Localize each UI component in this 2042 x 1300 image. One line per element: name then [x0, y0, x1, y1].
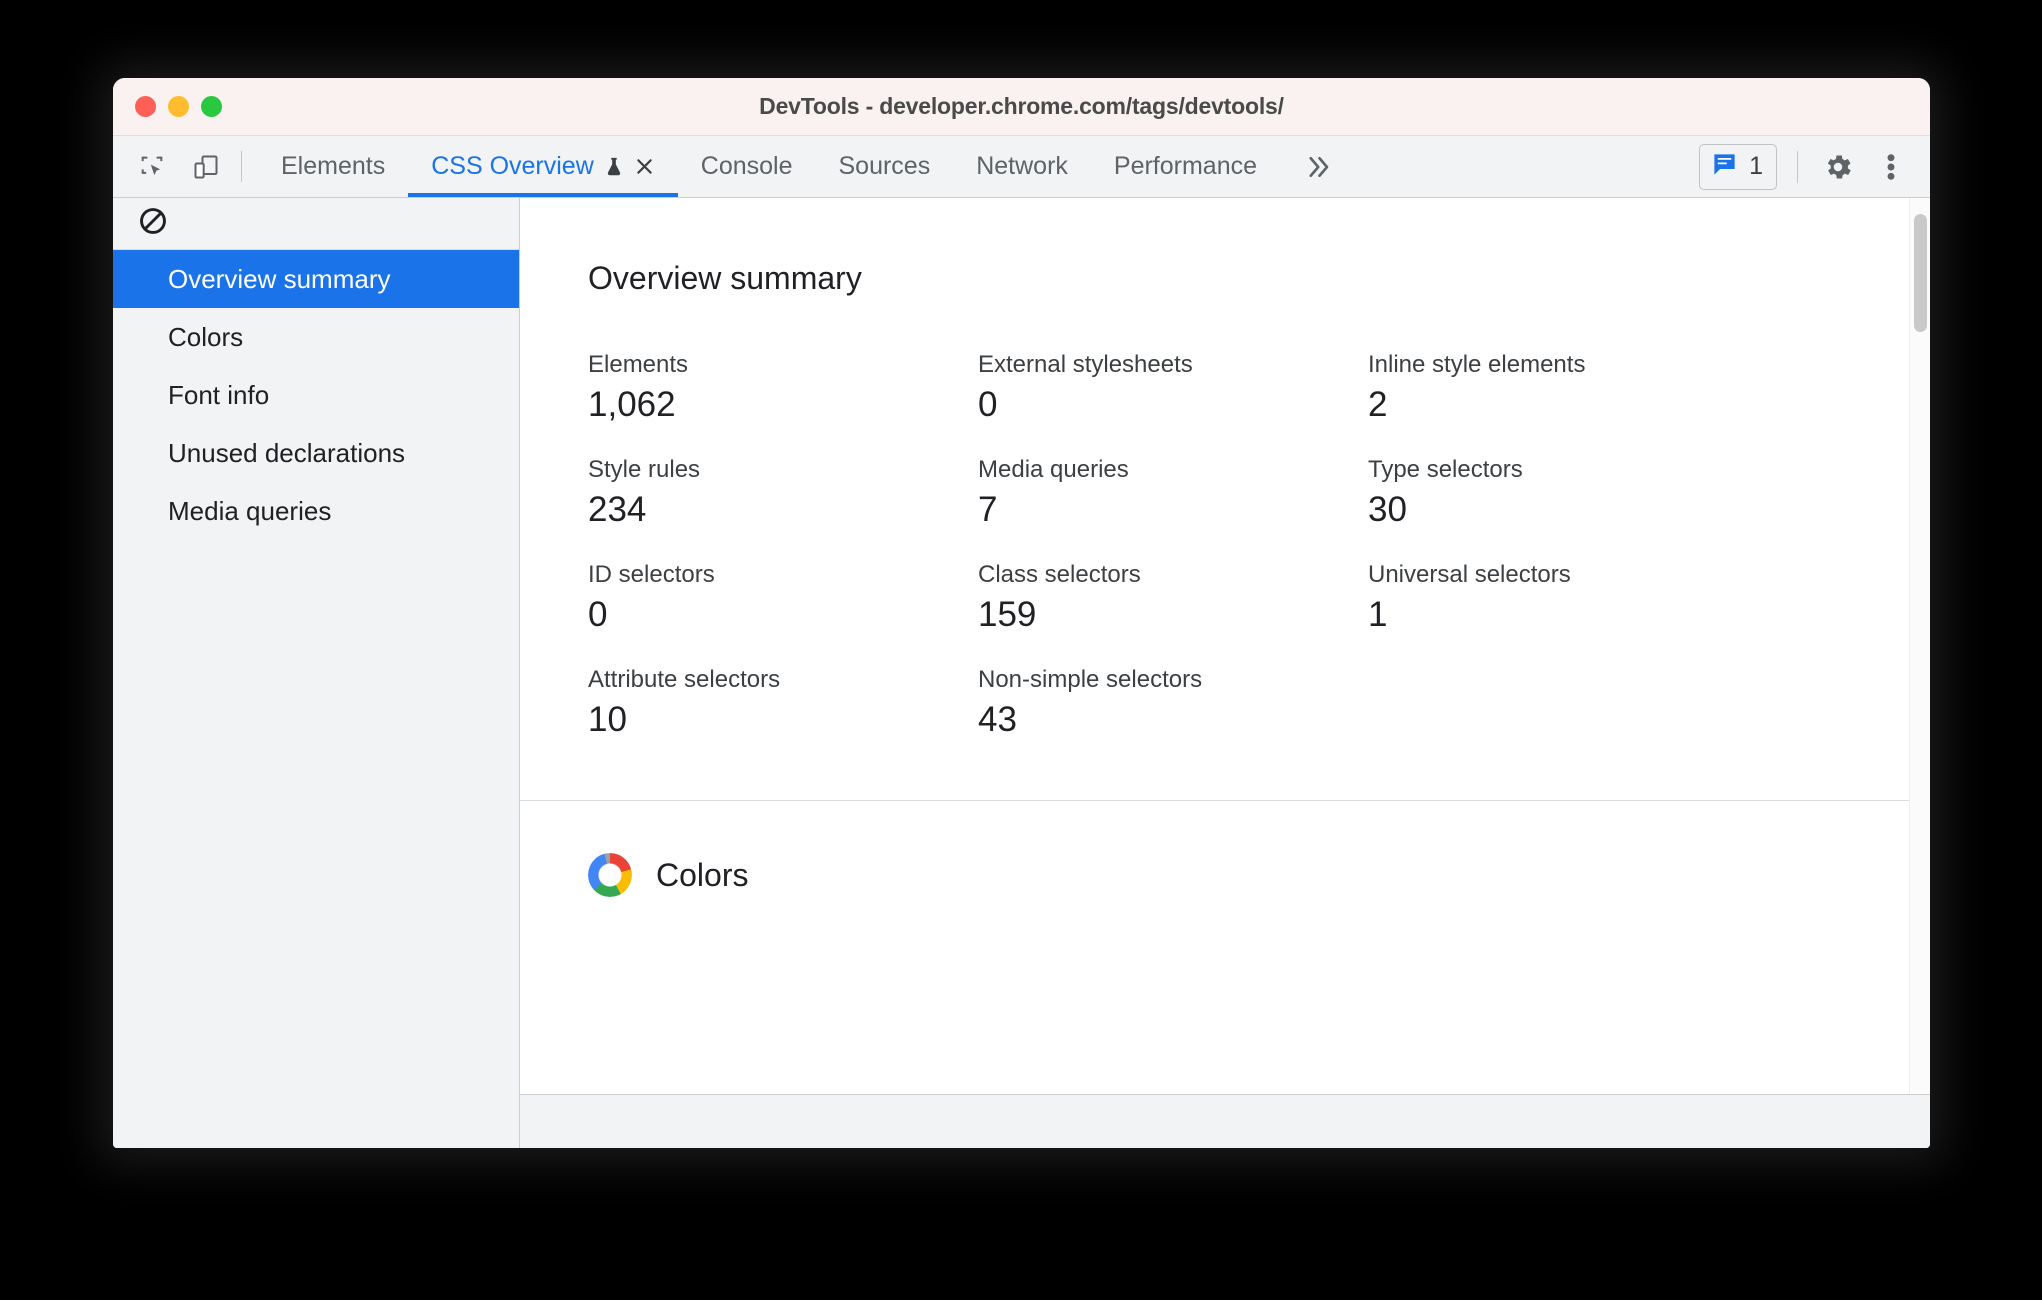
sidebar-item-label: Font info: [168, 379, 270, 410]
tab-label: Network: [976, 152, 1068, 180]
overview-summary-section: Overview summary Elements 1,062 External…: [520, 198, 1930, 800]
stat-label: External stylesheets: [978, 351, 1193, 378]
stat-value: 43: [978, 700, 1017, 739]
stat-attribute-selectors: Attribute selectors 10: [588, 666, 978, 740]
stat-universal-selectors: Universal selectors 1: [1368, 561, 1930, 635]
tab-console[interactable]: Console: [678, 136, 816, 197]
three-dots-vertical-icon[interactable]: [1872, 151, 1910, 183]
stat-label: Media queries: [978, 456, 1129, 483]
sidebar-item-label: Unused declarations: [168, 437, 406, 468]
bottom-strip: [520, 1094, 1930, 1148]
stat-class-selectors: Class selectors 159: [978, 561, 1368, 635]
stat-value: 0: [978, 385, 998, 424]
stat-value: 0: [588, 595, 608, 634]
summary-stats-grid: Elements 1,062 External stylesheets 0 In…: [588, 351, 1930, 800]
stat-empty-cell: [1368, 666, 1930, 740]
sidebar-item-list: Overview summary Colors Font info Unused…: [113, 250, 519, 540]
stat-label: Elements: [588, 351, 689, 378]
stat-value: 10: [588, 700, 627, 739]
stat-value: 234: [588, 490, 647, 529]
stat-label: Type selectors: [1368, 456, 1523, 483]
stat-non-simple-selectors: Non-simple selectors 43: [978, 666, 1368, 740]
stat-label: Inline style elements: [1368, 351, 1586, 378]
tab-label: Console: [700, 152, 793, 180]
devtools-window: DevTools - developer.chrome.com/tags/dev…: [113, 78, 1930, 1148]
tab-css-overview[interactable]: CSS Overview: [408, 136, 678, 197]
devtools-tab-toolbar: Elements CSS Overview Console Sources Ne…: [113, 136, 1930, 198]
tab-sources[interactable]: Sources: [816, 136, 954, 197]
stat-label: ID selectors: [588, 561, 715, 588]
toolbar-right-divider: [1797, 150, 1798, 183]
issues-badge[interactable]: 1: [1699, 143, 1777, 190]
tab-label: Elements: [281, 152, 386, 180]
stat-id-selectors: ID selectors 0: [588, 561, 978, 635]
more-tabs-chevron-icon[interactable]: [1280, 136, 1354, 197]
sidebar-item-font-info[interactable]: Font info: [113, 366, 519, 424]
stat-value: 2: [1368, 385, 1388, 424]
stat-value: 30: [1368, 490, 1407, 529]
page-title: Overview summary: [588, 260, 862, 296]
stat-external-stylesheets: External stylesheets 0: [978, 351, 1368, 425]
device-toolbar-icon[interactable]: [189, 150, 223, 184]
toolbar-left-icons: [113, 136, 241, 197]
sidebar-toolbar: [113, 198, 519, 250]
colors-section: Colors: [520, 801, 1930, 897]
color-wheel-icon: [588, 853, 632, 897]
no-entry-clear-icon[interactable]: [137, 205, 169, 242]
stat-value: 1,062: [588, 385, 676, 424]
stat-label: Class selectors: [978, 561, 1141, 588]
issues-message-icon: [1711, 151, 1738, 183]
stat-value: 7: [978, 490, 998, 529]
experiment-flask-icon: [603, 156, 625, 178]
css-overview-sidebar: Overview summary Colors Font info Unused…: [113, 198, 520, 1148]
sidebar-item-media-queries[interactable]: Media queries: [113, 482, 519, 540]
sidebar-item-colors[interactable]: Colors: [113, 308, 519, 366]
stat-label: Attribute selectors: [588, 666, 781, 693]
sidebar-item-label: Colors: [168, 321, 244, 352]
content-scroll-area: Overview summary Elements 1,062 External…: [520, 198, 1930, 1094]
window-titlebar: DevTools - developer.chrome.com/tags/dev…: [113, 78, 1930, 136]
stat-elements: Elements 1,062: [588, 351, 978, 425]
issues-count: 1: [1749, 152, 1763, 180]
tab-label: CSS Overview: [431, 152, 594, 180]
scrollbar-thumb[interactable]: [1914, 214, 1927, 332]
tab-performance[interactable]: Performance: [1091, 136, 1280, 197]
sidebar-item-label: Overview summary: [168, 263, 391, 294]
sidebar-item-label: Media queries: [168, 495, 332, 526]
tab-label: Sources: [838, 152, 931, 180]
inspect-element-icon[interactable]: [135, 150, 169, 184]
sidebar-item-overview-summary[interactable]: Overview summary: [113, 250, 519, 308]
tab-network[interactable]: Network: [953, 136, 1091, 197]
content-scrollbar[interactable]: [1909, 198, 1930, 1094]
panel-tabs: Elements CSS Overview Console Sources Ne…: [242, 136, 1699, 197]
tab-label: Performance: [1113, 152, 1258, 180]
css-overview-content: Overview summary Elements 1,062 External…: [520, 198, 1930, 1148]
tab-elements[interactable]: Elements: [258, 136, 408, 197]
window-title: DevTools - developer.chrome.com/tags/dev…: [759, 93, 1284, 119]
colors-section-title: Colors: [656, 856, 749, 893]
toolbar-right-icons: 1: [1699, 136, 1930, 197]
stat-value: 159: [978, 595, 1037, 634]
tab-close-icon[interactable]: [634, 156, 655, 177]
gear-icon[interactable]: [1810, 151, 1866, 183]
stat-style-rules: Style rules 234: [588, 456, 978, 530]
stat-type-selectors: Type selectors 30: [1368, 456, 1930, 530]
stat-value: 1: [1368, 595, 1388, 634]
stat-inline-style-elements: Inline style elements 2: [1368, 351, 1930, 425]
stat-label: Universal selectors: [1368, 561, 1571, 588]
colors-section-header[interactable]: Colors: [588, 853, 1930, 897]
stat-media-queries: Media queries 7: [978, 456, 1368, 530]
sidebar-item-unused-declarations[interactable]: Unused declarations: [113, 424, 519, 482]
stat-label: Style rules: [588, 456, 701, 483]
stat-label: Non-simple selectors: [978, 666, 1203, 693]
devtools-body: Overview summary Colors Font info Unused…: [113, 198, 1930, 1148]
